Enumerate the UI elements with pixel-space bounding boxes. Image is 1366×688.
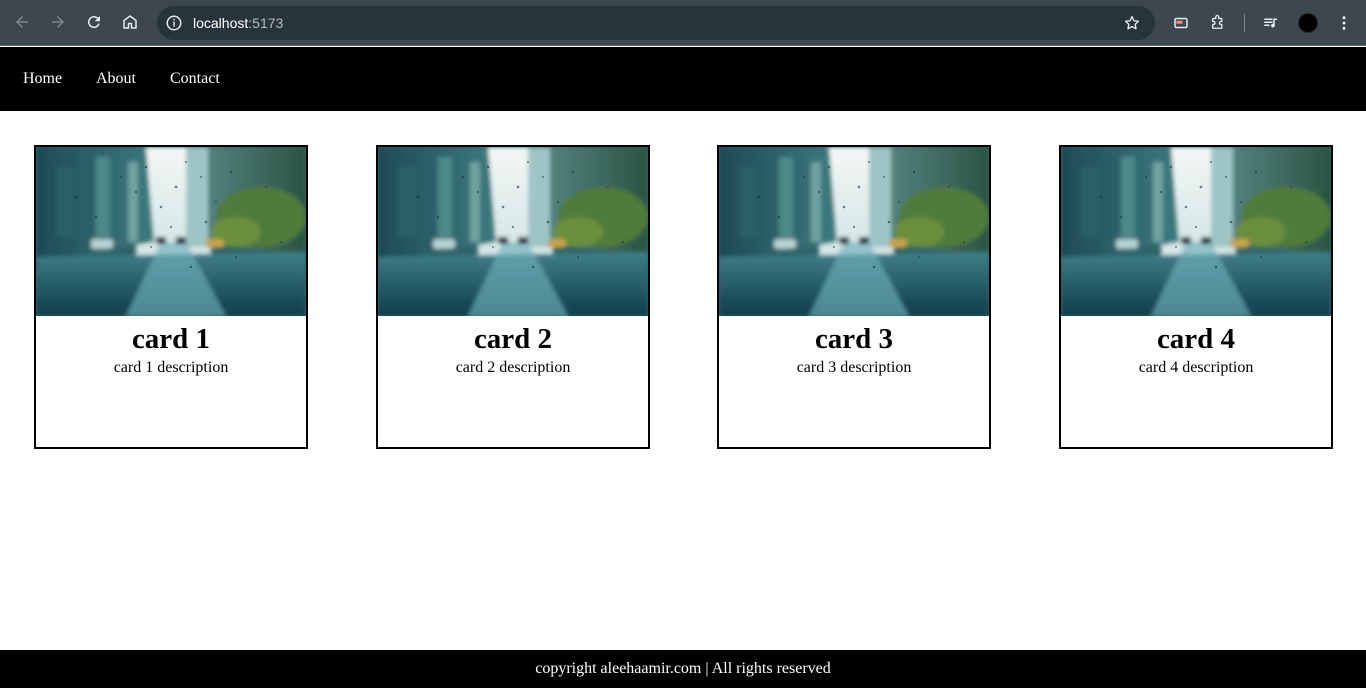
footer-copyright: copyright aleehaamir.com | All rights re… <box>535 660 831 677</box>
puzzle-icon <box>1212 14 1223 29</box>
card-image <box>1061 147 1331 316</box>
extensions-button[interactable] <box>1208 13 1228 33</box>
card-image <box>719 147 989 316</box>
card-image <box>36 147 306 316</box>
card: card 2 card 2 description <box>376 145 650 449</box>
arrow-right-icon <box>52 16 64 28</box>
profile-avatar[interactable] <box>1298 13 1318 33</box>
card-description: card 4 description <box>1138 359 1254 376</box>
card-grid: card 1 card 1 description card 2 card 2 … <box>0 145 1366 449</box>
card: card 1 card 1 description <box>34 145 308 449</box>
card: card 4 card 4 description <box>1059 145 1333 449</box>
nav-link-about[interactable]: About <box>96 69 136 89</box>
browser-toolbar: localhost:5173 <box>0 0 1366 46</box>
site-footer: copyright aleehaamir.com | All rights re… <box>0 650 1366 688</box>
back-button[interactable] <box>7 7 37 37</box>
url-text: localhost:5173 <box>193 14 283 32</box>
kebab-menu-icon <box>1342 16 1346 30</box>
site-navbar: Home About Contact <box>0 47 1366 111</box>
card-title: card 1 <box>131 323 211 355</box>
nav-link-contact[interactable]: Contact <box>170 69 220 89</box>
card-description: card 3 description <box>796 359 912 376</box>
home-button[interactable] <box>115 7 145 37</box>
card-title: card 4 <box>1156 323 1236 355</box>
arrow-left-icon <box>16 16 28 28</box>
toolbar-divider <box>1244 14 1245 32</box>
card-title: card 2 <box>473 323 553 355</box>
card-description: card 2 description <box>455 359 571 376</box>
bookmark-star-icon[interactable] <box>1123 14 1141 32</box>
media-icon <box>1174 17 1188 29</box>
cast-button[interactable] <box>1171 13 1191 33</box>
card: card 3 card 3 description <box>717 145 991 449</box>
home-icon <box>123 15 137 29</box>
playlist-icon <box>1264 18 1277 28</box>
card-title: card 3 <box>814 323 894 355</box>
address-bar[interactable]: localhost:5173 <box>157 6 1155 40</box>
media-controls-button[interactable] <box>1261 13 1281 33</box>
browser-menu-button[interactable] <box>1334 13 1354 33</box>
nav-link-home[interactable]: Home <box>23 69 62 89</box>
reload-button[interactable] <box>79 7 109 37</box>
info-icon[interactable] <box>165 14 183 32</box>
reload-icon <box>87 16 100 29</box>
card-description: card 1 description <box>113 359 229 376</box>
url-port: :5173 <box>248 15 284 31</box>
forward-button[interactable] <box>43 7 73 37</box>
card-image <box>378 147 648 316</box>
url-host: localhost <box>193 15 249 31</box>
